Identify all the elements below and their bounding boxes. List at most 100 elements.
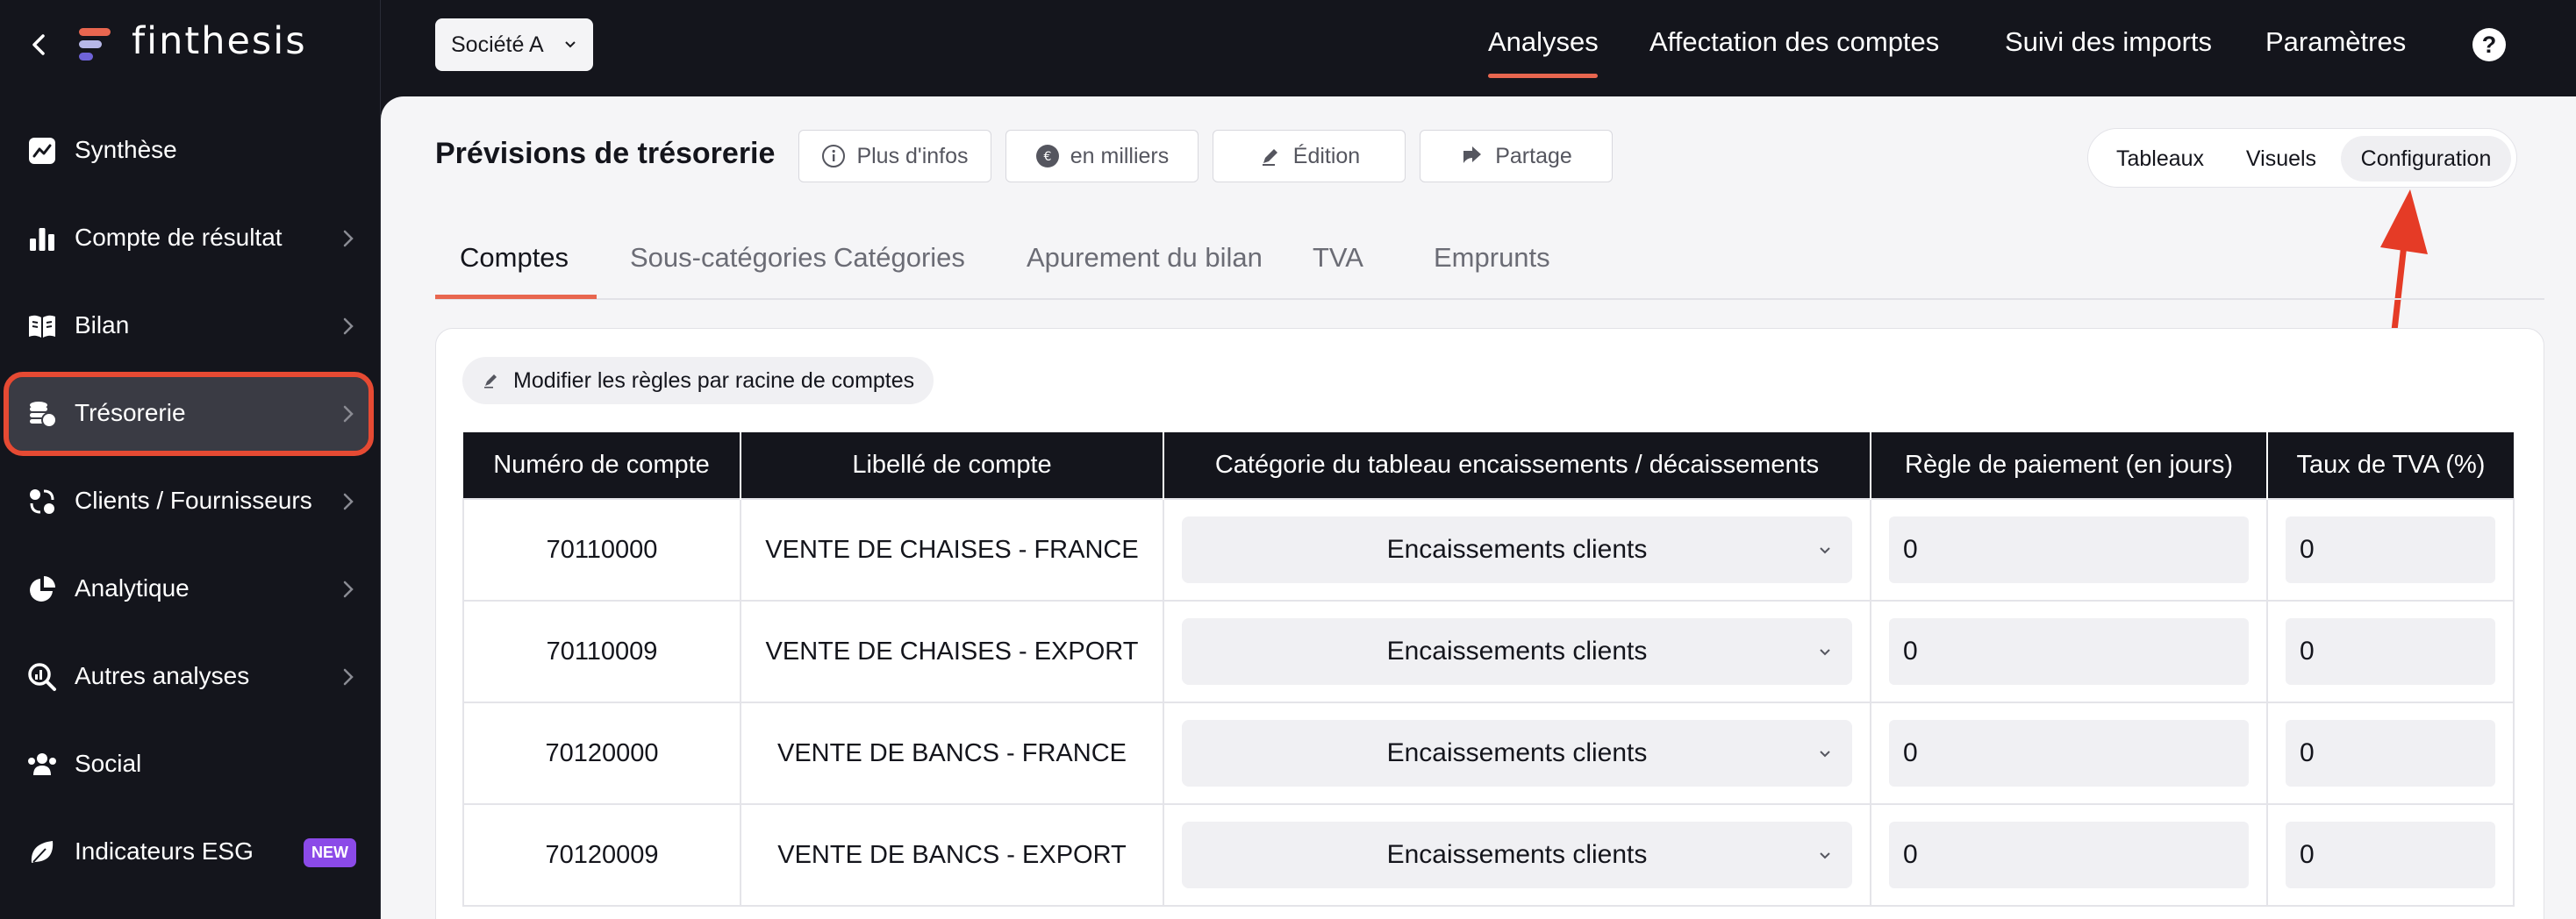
exchange-icon: [30, 489, 54, 514]
sidebar-item-bilan[interactable]: Bilan: [9, 289, 369, 363]
chevron-right-icon: [343, 230, 354, 247]
vat-cell: 0: [2266, 498, 2515, 602]
info-button[interactable]: Plus d'infos: [798, 130, 991, 182]
payment-days-input[interactable]: 0: [1889, 822, 2249, 888]
table-row: 70120000 VENTE DE BANCS - FRANCE Encaiss…: [462, 702, 2515, 805]
sidebar-item-label: Synthèse: [75, 136, 177, 163]
brand-name: finthesis: [132, 19, 307, 63]
active-nav-underline: [1488, 74, 1598, 78]
category-select[interactable]: Encaissements clients: [1182, 516, 1852, 583]
tab-categories[interactable]: Catégories: [834, 242, 965, 274]
leaf-icon: [31, 841, 54, 863]
category-cell: Encaissements clients: [1163, 600, 1871, 703]
sidebar-item-label: Analytique: [75, 574, 190, 602]
nav-analyses[interactable]: Analyses: [1488, 26, 1599, 58]
view-visuels[interactable]: Visuels: [2225, 136, 2337, 182]
column-header[interactable]: Numéro de compte: [463, 432, 741, 499]
chevron-right-icon: [343, 581, 354, 598]
payment-cell: 0: [1870, 702, 2268, 805]
chevron-right-icon: [343, 317, 354, 335]
tab-apurement-du-bilan[interactable]: Apurement du bilan: [1027, 242, 1263, 274]
account-number: 70110000: [462, 498, 741, 602]
vat-rate-input[interactable]: 0: [2286, 516, 2495, 583]
vat-rate-input[interactable]: 0: [2286, 822, 2495, 888]
new-badge: NEW: [304, 838, 356, 867]
units-button[interactable]: € en milliers: [1005, 130, 1199, 182]
chevron-down-icon: [1820, 547, 1830, 554]
coins-icon: [30, 402, 57, 428]
sidebar-item-analytique[interactable]: Analytique: [9, 552, 369, 626]
sidebar-item-compte-de-resultat[interactable]: Compte de résultat: [9, 202, 369, 275]
vat-cell: 0: [2266, 803, 2515, 907]
table-row: 70110000 VENTE DE CHAISES - FRANCE Encai…: [462, 498, 2515, 602]
column-header[interactable]: Taux de TVA (%): [2267, 432, 2514, 499]
help-button[interactable]: ?: [2472, 28, 2506, 61]
edit-button[interactable]: Édition: [1213, 130, 1406, 182]
nav-affectation-des-comptes[interactable]: Affectation des comptes: [1649, 26, 1939, 58]
payment-days-input[interactable]: 0: [1889, 516, 2249, 583]
payment-cell: 0: [1870, 600, 2268, 703]
pie-chart-icon: [30, 576, 55, 602]
tab-comptes[interactable]: Comptes: [460, 242, 569, 274]
accounts-table: Numéro de compte Libellé de compte Catég…: [462, 432, 2515, 907]
sidebar-item-label: Autres analyses: [75, 662, 250, 689]
magnify-chart-icon: [28, 663, 56, 691]
tab-sous-categories[interactable]: Sous-catégories: [630, 242, 826, 274]
nav-parametres[interactable]: Paramètres: [2265, 26, 2406, 58]
page-title: Prévisions de trésorerie: [435, 137, 776, 170]
chevron-down-icon: [1820, 751, 1830, 758]
view-switcher: Tableaux Visuels Configuration: [2087, 128, 2517, 188]
nav-suivi-des-imports[interactable]: Suivi des imports: [2005, 26, 2212, 58]
column-header[interactable]: Libellé de compte: [741, 432, 1164, 499]
vat-cell: 0: [2266, 600, 2515, 703]
chevron-down-icon: [1820, 649, 1830, 656]
top-bar: Société A Analyses Affectation des compt…: [381, 0, 2576, 96]
sidebar-item-tresorerie[interactable]: Trésorerie: [4, 372, 374, 456]
sidebar-item-label: Bilan: [75, 311, 130, 338]
payment-days-input[interactable]: 0: [1889, 720, 2249, 787]
sidebar-item-label: Indicateurs ESG: [75, 837, 254, 865]
main-panel: Prévisions de trésorerie Plus d'infos € …: [381, 96, 2576, 919]
sidebar-item-synthese[interactable]: Synthèse: [9, 114, 369, 188]
pencil-icon: [484, 374, 497, 388]
sidebar-item-label: Trésorerie: [75, 399, 186, 426]
view-configuration[interactable]: Configuration: [2341, 136, 2511, 182]
chevron-right-icon: [343, 405, 354, 423]
sidebar-item-indicateurs-esg[interactable]: Indicateurs ESG NEW: [9, 816, 369, 889]
payment-cell: 0: [1870, 803, 2268, 907]
table-row: 70120009 VENTE DE BANCS - EXPORT Encaiss…: [462, 803, 2515, 907]
sidebar-item-autres-analyses[interactable]: Autres analyses: [9, 640, 369, 714]
category-select[interactable]: Encaissements clients: [1182, 720, 1852, 787]
users-icon: [28, 753, 56, 775]
category-cell: Encaissements clients: [1163, 803, 1871, 907]
company-selector[interactable]: Société A: [435, 18, 593, 71]
vat-rate-input[interactable]: 0: [2286, 720, 2495, 787]
share-button[interactable]: Partage: [1420, 130, 1613, 182]
logo-row: finthesis: [0, 0, 381, 95]
tab-emprunts[interactable]: Emprunts: [1434, 242, 1550, 274]
view-tableaux[interactable]: Tableaux: [2099, 136, 2222, 182]
chevron-right-icon: [343, 668, 354, 686]
payment-days-input[interactable]: 0: [1889, 618, 2249, 685]
column-header[interactable]: Règle de paiement (en jours): [1871, 432, 2268, 499]
info-label: Plus d'infos: [856, 143, 969, 168]
payment-cell: 0: [1870, 498, 2268, 602]
back-arrow-icon[interactable]: [26, 32, 53, 58]
column-header[interactable]: Catégorie du tableau encaissements / déc…: [1163, 432, 1871, 499]
category-value: Encaissements clients: [1386, 637, 1648, 666]
sidebar-item-social[interactable]: Social: [9, 728, 369, 801]
vat-cell: 0: [2266, 702, 2515, 805]
info-icon: [822, 145, 846, 167]
book-icon: [29, 315, 55, 338]
vat-rate-input[interactable]: 0: [2286, 618, 2495, 685]
account-number: 70120000: [462, 702, 741, 805]
category-select[interactable]: Encaissements clients: [1182, 822, 1852, 888]
table-row: 70110009 VENTE DE CHAISES - EXPORT Encai…: [462, 600, 2515, 703]
tab-tva[interactable]: TVA: [1313, 242, 1363, 274]
category-select[interactable]: Encaissements clients: [1182, 618, 1852, 685]
share-label: Partage: [1495, 143, 1572, 168]
sidebar-item-label: Compte de résultat: [75, 224, 283, 251]
edit-rules-button[interactable]: Modifier les règles par racine de compte…: [462, 357, 934, 404]
sidebar-item-clients-fournisseurs[interactable]: Clients / Fournisseurs: [9, 465, 369, 538]
share-arrow-icon: [1463, 146, 1482, 163]
